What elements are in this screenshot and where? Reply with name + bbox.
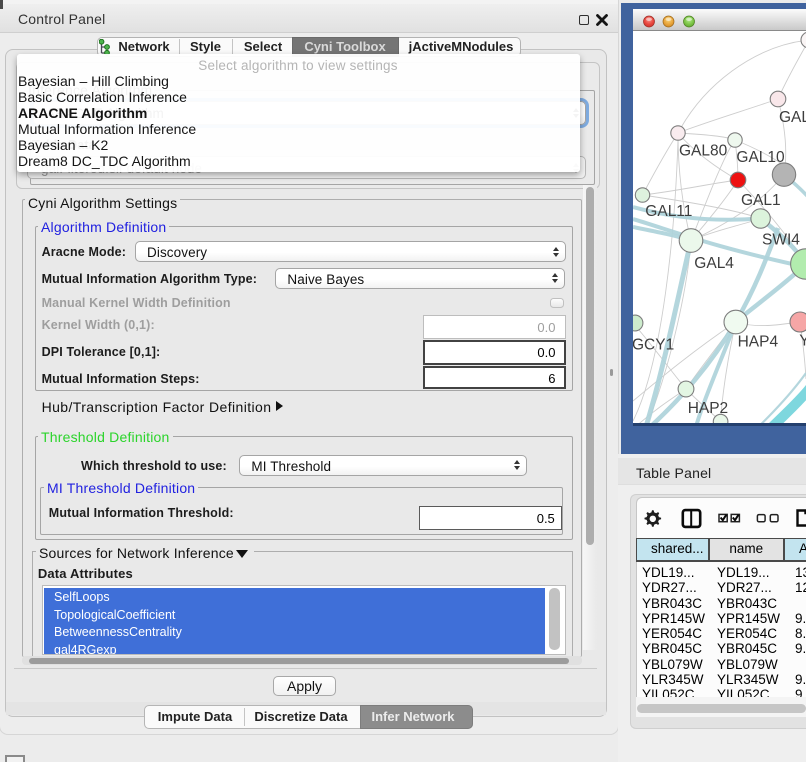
svg-text:GAL4: GAL4 [694, 255, 734, 272]
svg-text:GAL1: GAL1 [741, 192, 781, 209]
svg-text:GAL80: GAL80 [679, 143, 728, 160]
svg-text:GCY1: GCY1 [633, 336, 674, 353]
svg-text:HAP4: HAP4 [738, 334, 779, 351]
svg-text:GAL11: GAL11 [645, 203, 692, 220]
svg-text:YM: YM [799, 332, 806, 349]
svg-text:SWI4: SWI4 [762, 231, 800, 248]
svg-text:GAL7: GAL7 [779, 109, 806, 126]
svg-text:HAP2: HAP2 [688, 400, 729, 417]
svg-text:GAL10: GAL10 [736, 149, 785, 166]
